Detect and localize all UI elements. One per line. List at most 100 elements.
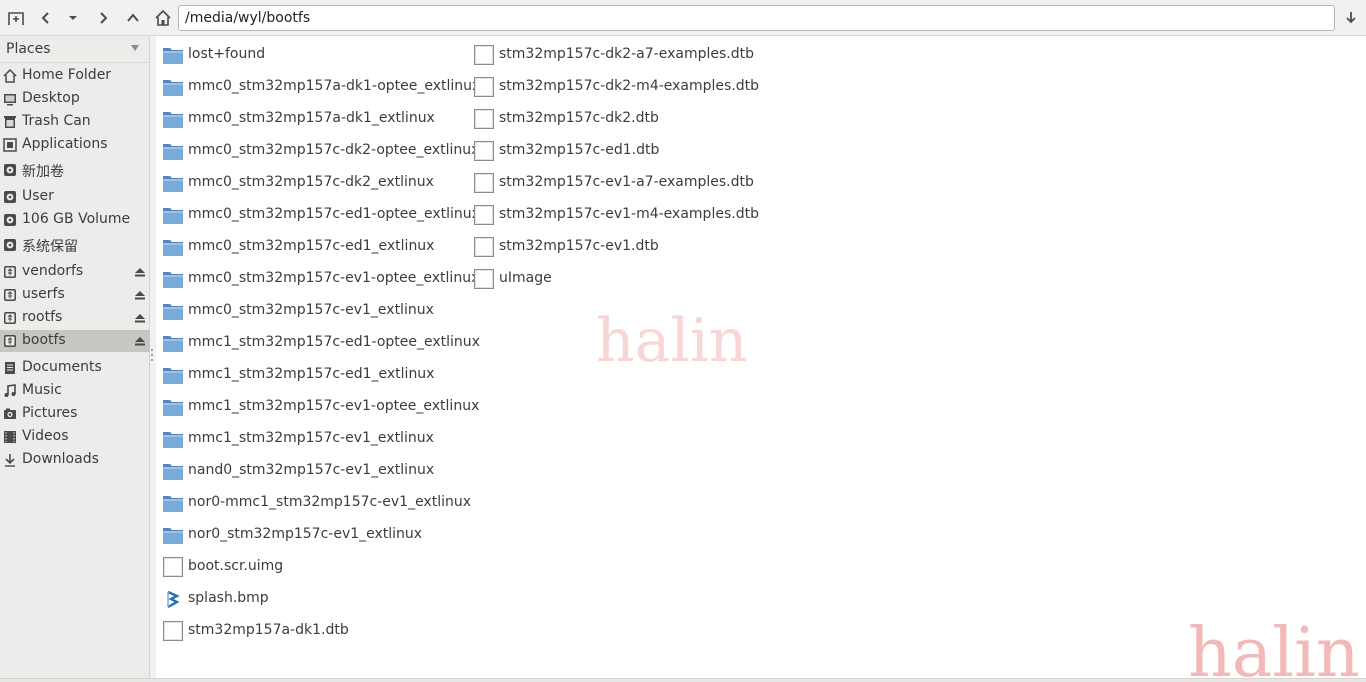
sidebar-item-label: 106 GB Volume <box>22 211 131 227</box>
music-icon <box>4 384 16 397</box>
location-bar[interactable]: /media/wyl/bootfs <box>178 5 1335 31</box>
downloads-icon <box>5 454 15 467</box>
file-name: nor0-mmc1_stm32mp157c-ev1_extlinux <box>188 494 472 510</box>
desktop-icon <box>4 94 16 106</box>
sidebar-item-pictures[interactable]: Pictures <box>0 403 150 425</box>
file-name: lost+found <box>188 46 266 62</box>
places-label: Places <box>6 41 51 57</box>
folder-icon <box>163 144 183 160</box>
home-icon <box>155 9 171 26</box>
drive-icon <box>4 239 16 251</box>
sidebar-item-label: Documents <box>22 359 102 375</box>
image-file-icon <box>165 589 181 609</box>
sidebar-item-vendorfs[interactable]: vendorfs <box>0 261 150 283</box>
sidebar-item-label: Applications <box>22 136 108 152</box>
sidebar-item-music[interactable]: Music <box>0 380 150 402</box>
places-selector[interactable]: Places <box>0 36 150 63</box>
trash-icon <box>4 116 16 128</box>
file-icon <box>163 621 183 641</box>
eject-icon[interactable] <box>134 266 146 278</box>
file-name: mmc0_stm32mp157c-ed1-optee_extlinux <box>188 206 480 222</box>
sidebar-item-videos[interactable]: Videos <box>0 426 150 448</box>
file-view[interactable]: lost+found mmc0_stm32mp157a-dk1-optee_ext… <box>156 36 1366 682</box>
file-icon <box>474 173 494 193</box>
file-name: mmc0_stm32mp157a-dk1_extlinux <box>188 110 435 126</box>
download-arrow-icon <box>1346 12 1356 24</box>
sidebar-item-home-folder[interactable]: Home Folder <box>0 65 150 87</box>
forward-button[interactable] <box>91 6 115 30</box>
up-button[interactable] <box>121 6 145 30</box>
file-name: mmc0_stm32mp157c-ev1-optee_extlinux <box>188 270 480 286</box>
sidebar-item-downloads[interactable]: Downloads <box>0 449 150 471</box>
file-name: splash.bmp <box>188 590 269 606</box>
location-text: /media/wyl/bootfs <box>185 10 311 26</box>
folder-icon <box>163 80 183 96</box>
file-name: mmc0_stm32mp157c-dk2-optee_extlinux <box>188 142 480 158</box>
file-name: nor0_stm32mp157c-ev1_extlinux <box>188 526 423 542</box>
folder-icon <box>163 432 183 448</box>
applications-icon <box>3 138 17 152</box>
sidebar-item-volume-4[interactable]: 新加卷 <box>0 159 150 181</box>
sidebar-item-label: Videos <box>22 428 69 444</box>
sidebar-item-desktop[interactable]: Desktop <box>0 88 150 110</box>
eject-icon[interactable] <box>134 289 146 301</box>
file-icon <box>474 141 494 161</box>
sidebar-item-label: Desktop <box>22 90 80 106</box>
folder-icon <box>163 400 183 416</box>
sidebar-item-rootfs[interactable]: rootfs <box>0 307 150 329</box>
folder-icon <box>163 528 183 544</box>
folder-icon <box>163 176 183 192</box>
drive-icon <box>4 214 16 226</box>
file-name: stm32mp157c-ev1-m4-examples.dtb <box>499 206 759 222</box>
go-button[interactable] <box>1340 6 1362 30</box>
sidebar-item-label: Pictures <box>22 405 78 421</box>
sidebar-item-applications[interactable]: Applications <box>0 134 150 156</box>
eject-icon[interactable] <box>134 335 146 347</box>
file-name: mmc0_stm32mp157c-ed1_extlinux <box>188 238 435 254</box>
sidebar-item-userfs[interactable]: userfs <box>0 284 150 306</box>
file-name: mmc1_stm32mp157c-ev1-optee_extlinux <box>188 398 480 414</box>
sidebar-item-label: userfs <box>22 286 65 302</box>
back-button[interactable] <box>34 6 58 30</box>
usb-drive-icon <box>4 266 16 278</box>
sidebar: Places Home Folder Desktop Trash Can Applic… <box>0 36 150 682</box>
home-button[interactable] <box>151 6 175 30</box>
sidebar-item-documents[interactable]: Documents <box>0 357 150 379</box>
file-name: stm32mp157c-dk2.dtb <box>499 110 659 126</box>
history-dropdown-button[interactable] <box>61 6 85 30</box>
folder-icon <box>163 208 183 224</box>
sidebar-item-label: 系统保留 <box>22 239 78 255</box>
folder-icon <box>163 240 183 256</box>
splitter-grip-icon <box>151 349 153 361</box>
chevron-down-icon <box>69 16 77 20</box>
videos-icon <box>4 431 16 443</box>
sidebar-item-trash-can[interactable]: Trash Can <box>0 111 150 133</box>
file-icon <box>474 237 494 257</box>
new-tab-button[interactable] <box>4 6 28 30</box>
sidebar-item-label: rootfs <box>22 309 63 325</box>
sidebar-item-label: 新加卷 <box>22 164 64 180</box>
folder-icon <box>163 368 183 384</box>
sidebar-item-label: Home Folder <box>22 67 112 83</box>
folder-icon <box>163 48 183 64</box>
usb-drive-icon <box>4 312 16 324</box>
file-name: boot.scr.uimg <box>188 558 284 574</box>
chevron-down-icon <box>131 45 139 51</box>
usb-drive-icon <box>4 335 16 347</box>
folder-icon <box>163 496 183 512</box>
sidebar-item-volume-7[interactable]: 系统保留 <box>0 234 150 256</box>
sidebar-item-106-gb-volume[interactable]: 106 GB Volume <box>0 209 150 231</box>
file-icon <box>474 109 494 129</box>
sidebar-item-label: Music <box>22 382 62 398</box>
sidebar-item-user[interactable]: User <box>0 186 150 208</box>
file-name: mmc0_stm32mp157c-ev1_extlinux <box>188 302 434 318</box>
forward-arrow-icon <box>100 12 108 24</box>
file-name: mmc1_stm32mp157c-ed1-optee_extlinux <box>188 334 480 350</box>
pictures-icon <box>4 408 16 419</box>
file-name: stm32mp157c-ed1.dtb <box>499 142 660 158</box>
sidebar-item-bootfs[interactable]: bootfs <box>0 330 150 352</box>
eject-icon[interactable] <box>134 312 146 324</box>
folder-icon <box>163 464 183 480</box>
file-name: nand0_stm32mp157c-ev1_extlinux <box>188 462 435 478</box>
file-icon <box>474 269 494 289</box>
